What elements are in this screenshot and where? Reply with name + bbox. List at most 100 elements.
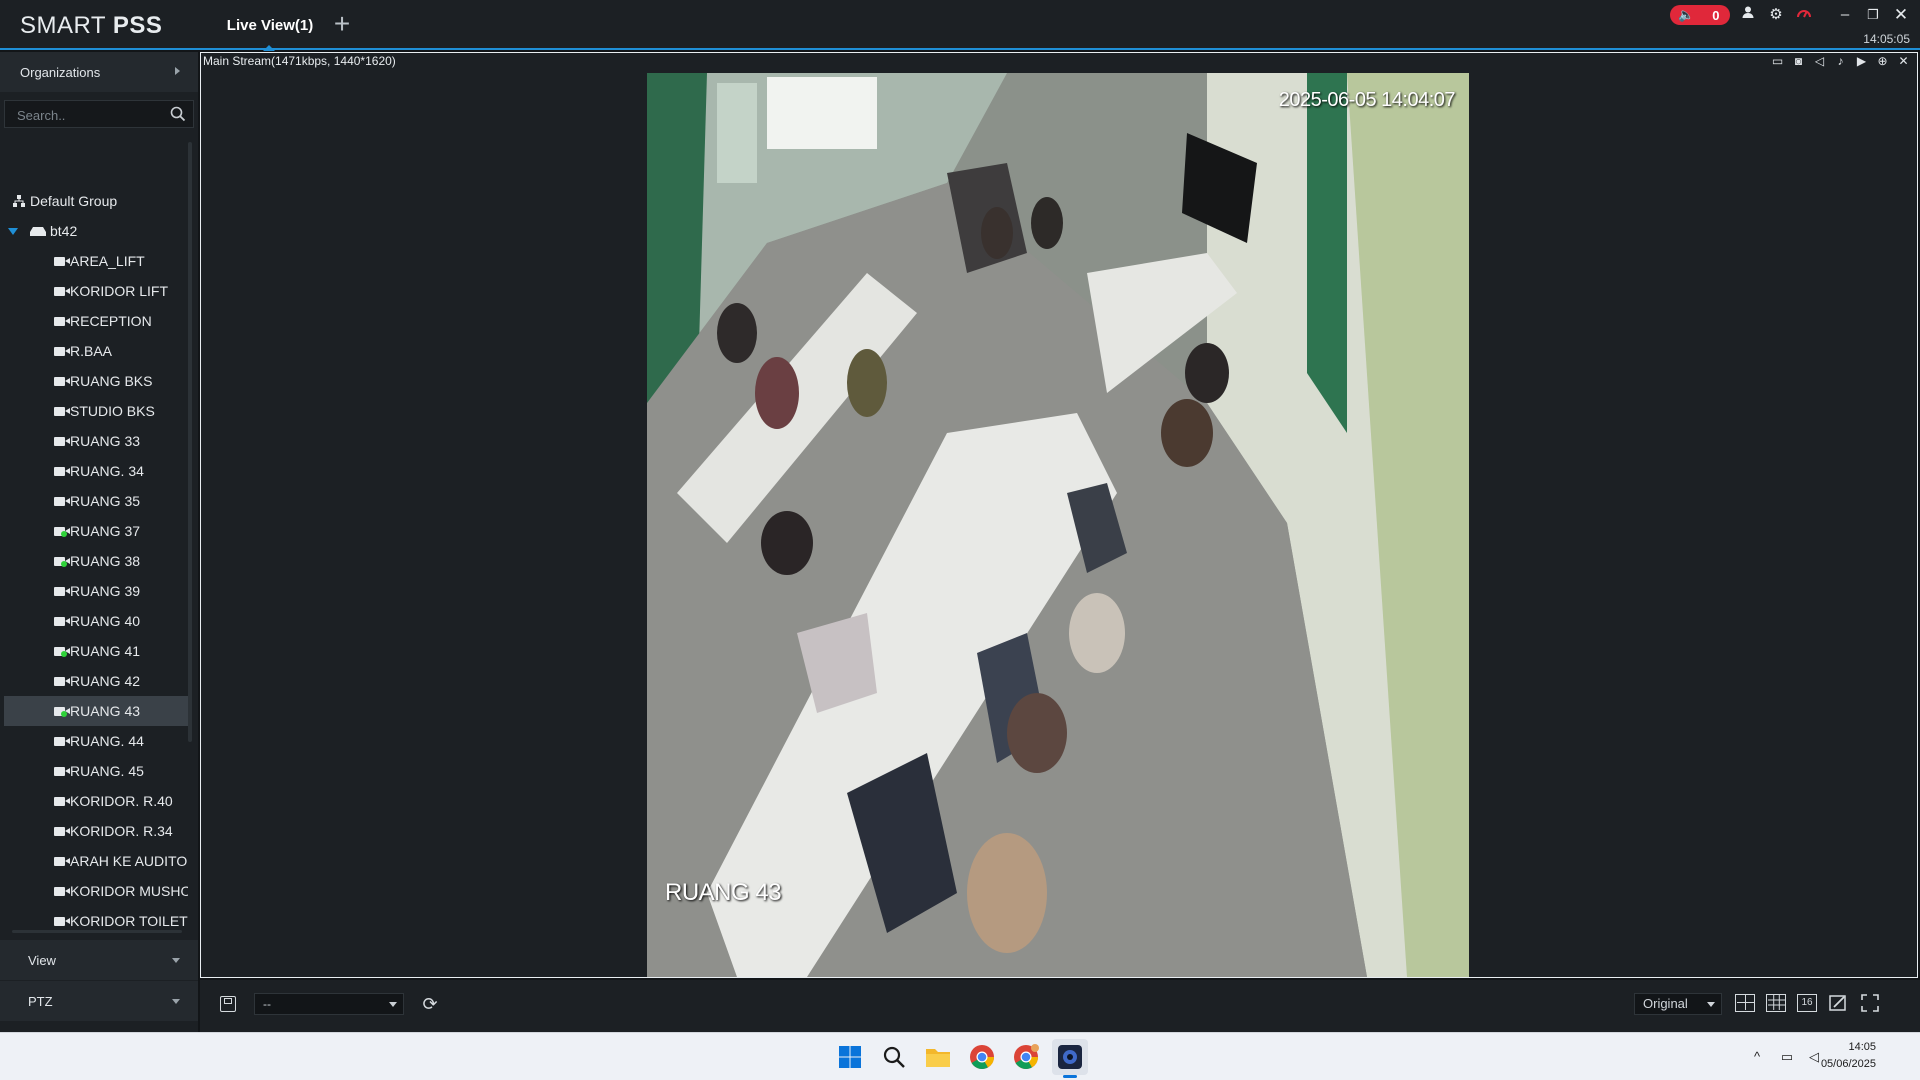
channel-item[interactable]: RUANG. 34 <box>4 456 188 486</box>
tree-hscrollbar[interactable] <box>12 930 182 933</box>
device-tree: Default Group bt42 AREA_LIFT KORIDOR LIFT… <box>0 134 188 934</box>
layout-4-button[interactable] <box>1735 994 1755 1012</box>
close-icon[interactable]: ✕ <box>1890 4 1912 26</box>
bottom-toolbar: -- ⟳ Original 16 <box>200 980 1920 1032</box>
channel-item[interactable]: STUDIO BKS <box>4 396 188 426</box>
stream-info: Main Stream(1471kbps, 1440*1620) <box>203 54 396 68</box>
channel-item[interactable]: RUANG. 45 <box>4 756 188 786</box>
device-label: bt42 <box>50 223 78 239</box>
refresh-icon[interactable]: ⟳ <box>419 993 441 1015</box>
channel-item[interactable]: RUANG 39 <box>4 576 188 606</box>
tree-scrollbar[interactable] <box>188 142 192 742</box>
active-indicator <box>1063 1075 1077 1078</box>
taskbar-date: 05/06/2025 <box>1820 1058 1876 1070</box>
channel-item[interactable]: RECEPTION <box>4 306 188 336</box>
channel-item[interactable]: KORIDOR LIFT <box>4 276 188 306</box>
system-clock[interactable]: 14:05 05/06/2025 <box>1821 1039 1876 1073</box>
view-label: View <box>28 952 56 968</box>
camera-icon <box>54 767 70 776</box>
camera-icon <box>54 857 70 866</box>
channel-label: RUANG 33 <box>70 433 141 449</box>
channel-item[interactable]: KORIDOR. R.40 <box>4 786 188 816</box>
view-select-value: -- <box>263 997 271 1011</box>
channel-item[interactable]: ARAH KE AUDITOR <box>4 846 188 876</box>
live-view-window[interactable]: Main Stream(1471kbps, 1440*1620) ▭ ◙ ◁ ♪… <box>200 52 1918 978</box>
close-icon[interactable]: ✕ <box>1896 54 1911 69</box>
expand-icon[interactable] <box>8 228 18 235</box>
user-icon[interactable] <box>1737 4 1759 26</box>
channel-item[interactable]: RUANG 43 <box>4 696 188 726</box>
smartpss-taskbar-icon[interactable] <box>1052 1039 1088 1078</box>
edit-layout-icon[interactable] <box>1828 994 1848 1012</box>
fullscreen-icon[interactable] <box>1860 994 1880 1012</box>
channel-item[interactable]: RUANG 38 <box>4 546 188 576</box>
channel-label: KORIDOR. R.34 <box>70 823 173 839</box>
add-tab-button[interactable]: + <box>330 10 354 38</box>
channel-item[interactable]: RUANG 33 <box>4 426 188 456</box>
audio-icon[interactable]: ◁ <box>1812 54 1827 69</box>
taskbar-time: 14:05 <box>1848 1041 1876 1053</box>
network-icon[interactable]: ▭ <box>1778 1048 1796 1066</box>
aspect-ratio-select[interactable]: Original <box>1634 993 1722 1015</box>
channel-label: KORIDOR TOILET <box>70 913 188 929</box>
mic-icon[interactable]: ♪ <box>1833 54 1848 69</box>
restore-icon[interactable]: ❐ <box>1862 4 1884 26</box>
snapshot-icon[interactable]: ◙ <box>1791 54 1806 69</box>
search-input[interactable] <box>15 106 165 124</box>
ptz-section[interactable]: PTZ <box>0 981 198 1021</box>
record-icon[interactable]: ▶ <box>1854 54 1869 69</box>
channel-label: R.BAA <box>70 343 113 359</box>
camera-icon <box>54 617 70 626</box>
channel-item[interactable]: RUANG. 44 <box>4 726 188 756</box>
alarm-button[interactable]: 🔈 0 <box>1670 5 1730 25</box>
search-icon[interactable] <box>876 1039 912 1075</box>
channel-item[interactable]: R.BAA <box>4 336 188 366</box>
sidebar: Organizations Default Group bt42 AREA_LI… <box>0 52 198 1032</box>
tree-group-default[interactable]: Default Group <box>4 186 188 216</box>
channel-item[interactable]: RUANG 37 <box>4 516 188 546</box>
channel-item[interactable]: RUANG BKS <box>4 366 188 396</box>
layout-16-button[interactable]: 16 <box>1797 994 1817 1012</box>
channel-item[interactable]: RUANG 41 <box>4 636 188 666</box>
video-channel-name: RUANG 43 <box>665 879 782 906</box>
view-section[interactable]: View <box>0 940 198 980</box>
camera-icon <box>54 737 70 746</box>
camera-icon <box>54 467 70 476</box>
chrome-profile-icon[interactable] <box>1008 1039 1044 1075</box>
video-feed[interactable]: 2025-06-05 14:04:07 RUANG 43 <box>647 73 1469 977</box>
nvr-icon <box>30 227 46 236</box>
camera-icon <box>54 677 70 686</box>
search-icon[interactable] <box>170 106 186 122</box>
chevron-down-icon <box>172 999 180 1004</box>
zoom-icon[interactable]: ⊕ <box>1875 54 1890 69</box>
channel-label: AREA_LIFT <box>70 253 145 269</box>
chevron-up-icon[interactable]: ^ <box>1748 1048 1766 1066</box>
camera-icon <box>54 527 70 537</box>
channel-item[interactable]: RUANG 42 <box>4 666 188 696</box>
minimize-icon[interactable]: – <box>1834 4 1856 26</box>
view-select[interactable]: -- <box>254 993 404 1015</box>
channel-item[interactable]: RUANG 35 <box>4 486 188 516</box>
tree-device-bt42[interactable]: bt42 <box>4 216 188 246</box>
channel-item[interactable]: RUANG 40 <box>4 606 188 636</box>
channel-item[interactable]: AREA_LIFT <box>4 246 188 276</box>
camera-icon[interactable]: ▭ <box>1770 54 1785 69</box>
channel-label: KORIDOR MUSHO <box>70 883 188 899</box>
chrome-icon[interactable] <box>964 1039 1000 1075</box>
windows-taskbar: ^ ▭ ◁ 14:05 05/06/2025 <box>0 1032 1920 1080</box>
camera-icon <box>54 287 70 296</box>
layout-9-button[interactable] <box>1766 994 1786 1012</box>
channel-label: RUANG. 44 <box>70 733 144 749</box>
windows-start-icon[interactable] <box>832 1039 868 1075</box>
performance-icon[interactable] <box>1793 4 1815 26</box>
organizations-header[interactable]: Organizations <box>0 52 198 92</box>
file-explorer-icon[interactable] <box>920 1039 956 1075</box>
chevron-right-icon <box>175 67 180 75</box>
gear-icon[interactable]: ⚙ <box>1765 4 1787 26</box>
save-view-button[interactable] <box>220 996 236 1012</box>
channel-item[interactable]: KORIDOR MUSHO <box>4 876 188 906</box>
channel-label: RUANG 35 <box>70 493 141 509</box>
channel-item[interactable]: KORIDOR. R.34 <box>4 816 188 846</box>
tab-live-view[interactable]: Live View(1) <box>220 0 320 51</box>
camera-icon <box>54 407 70 416</box>
